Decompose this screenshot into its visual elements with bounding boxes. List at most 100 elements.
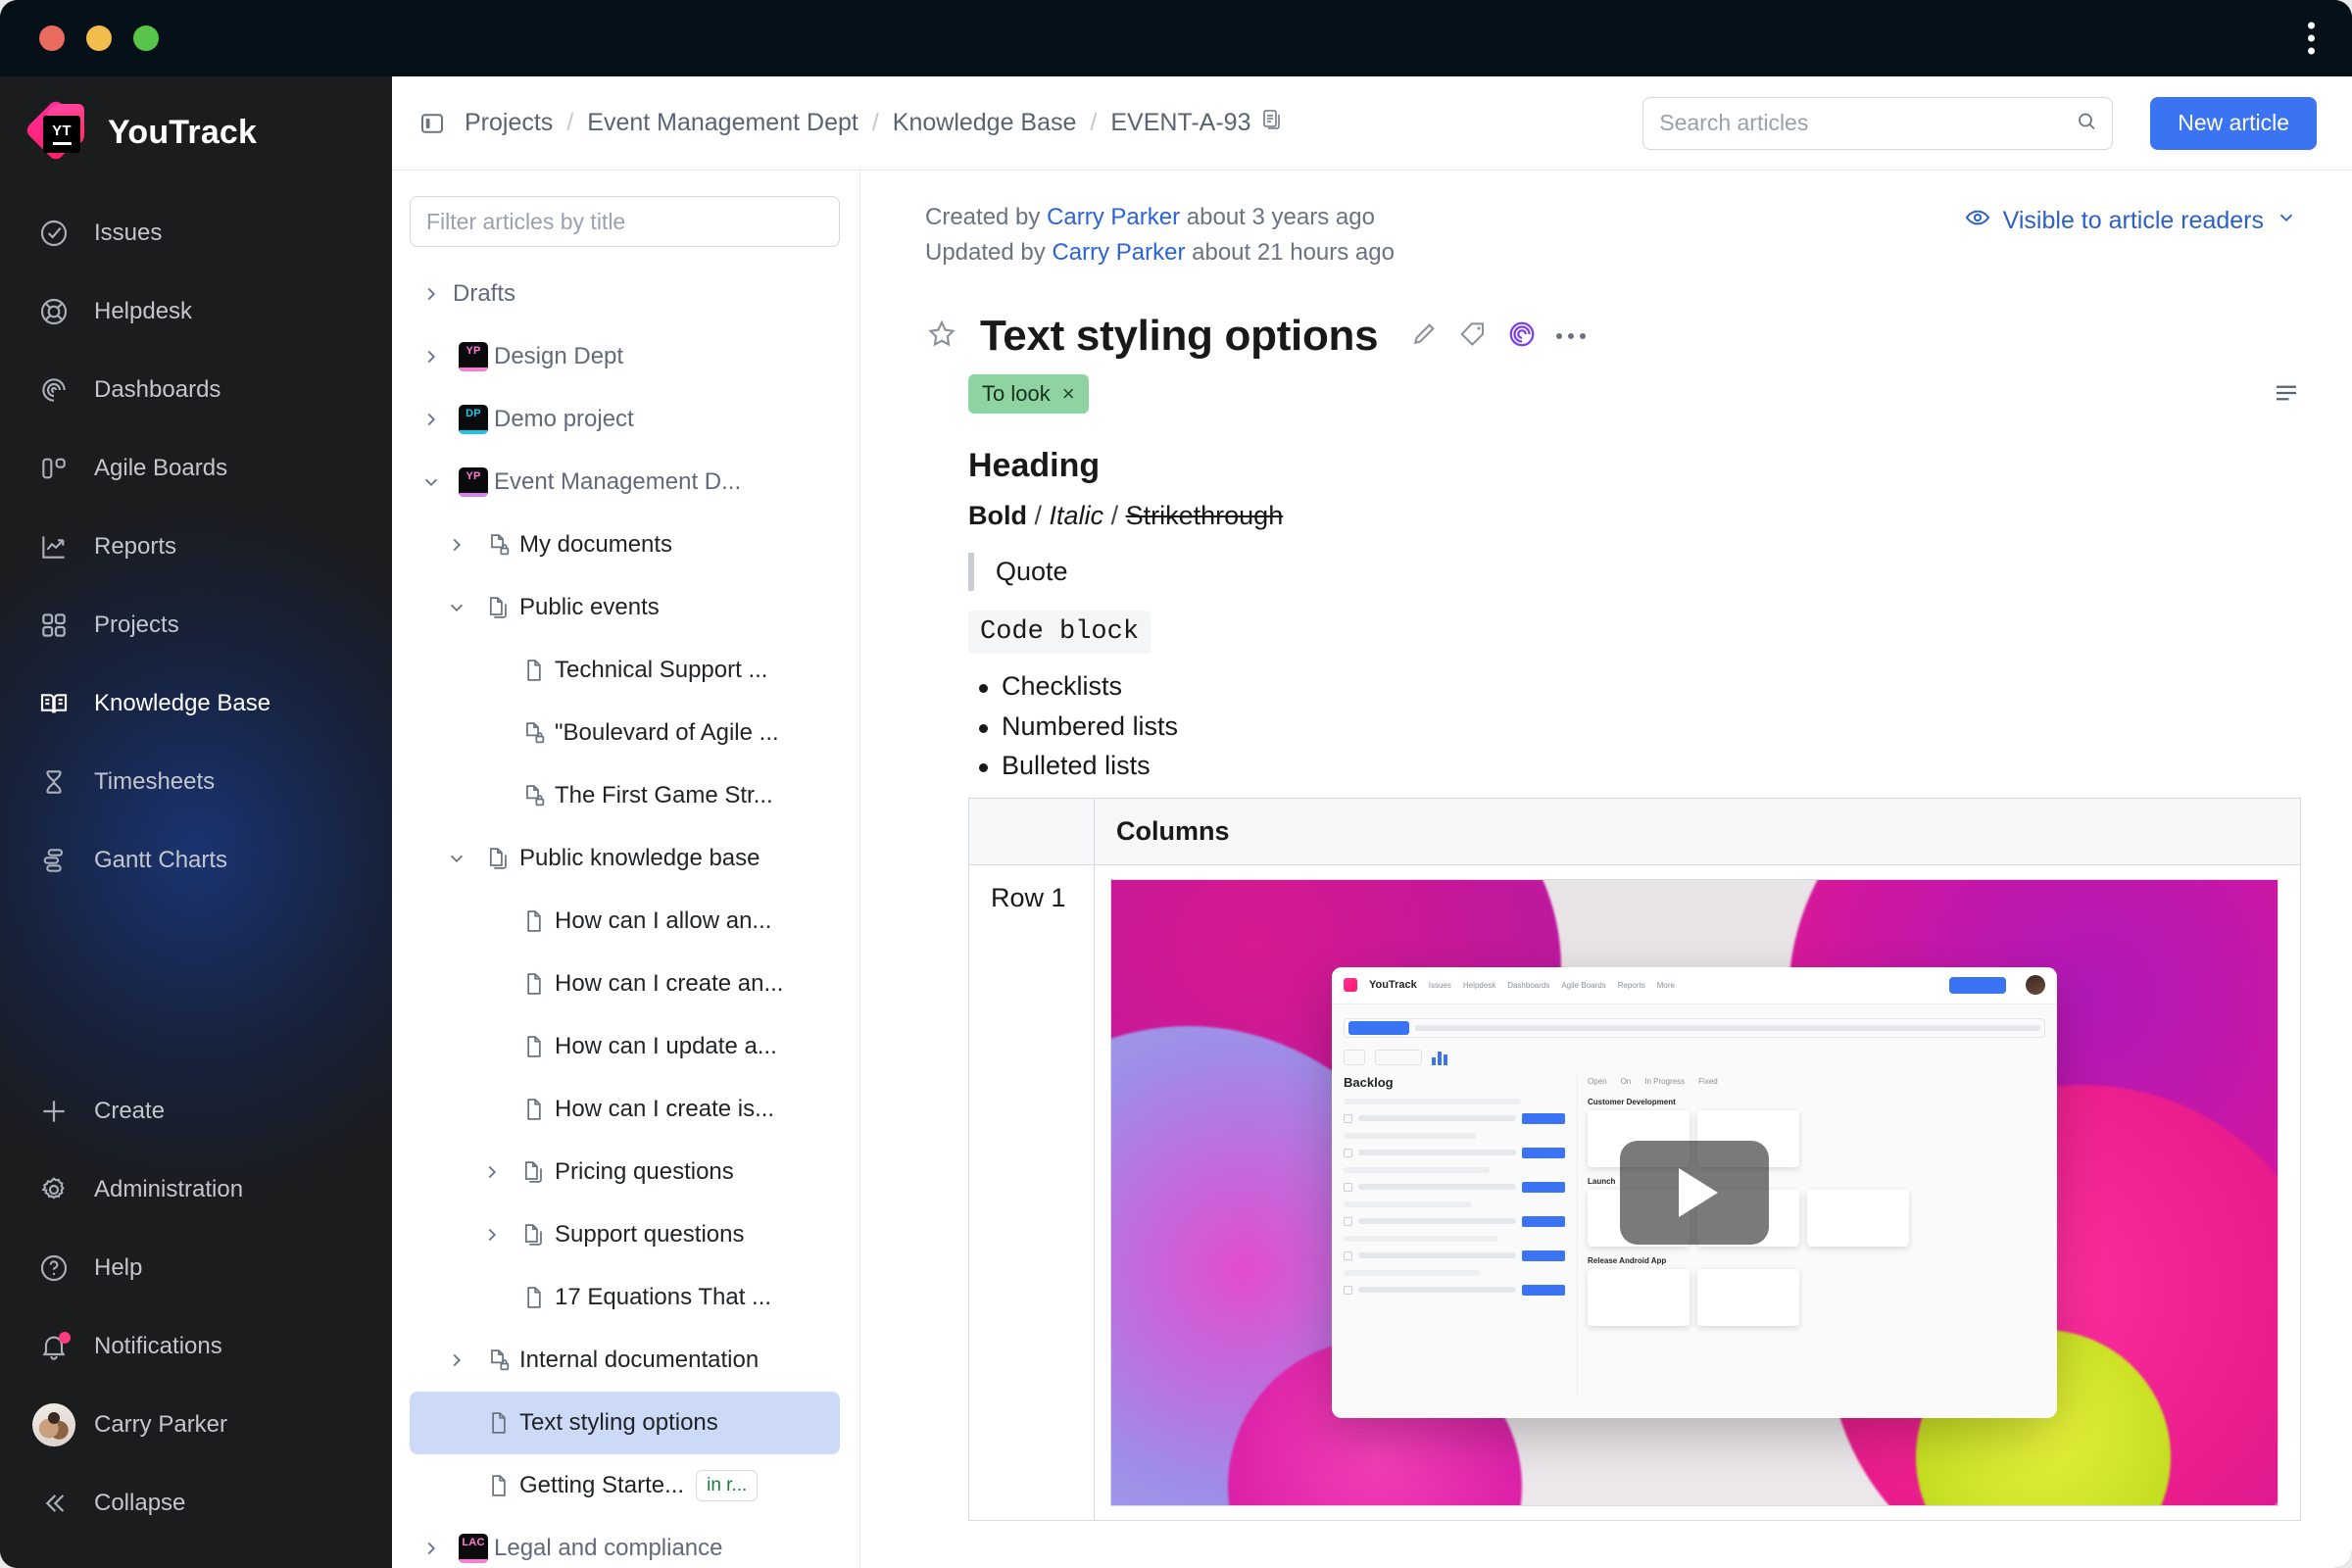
tree-item-label: 17 Equations That ...	[555, 1284, 772, 1310]
sidebar-item-label: Agile Boards	[94, 455, 228, 481]
docs-stack-icon	[478, 594, 519, 621]
tree-item[interactable]: How can I update a...	[410, 1015, 840, 1078]
tree-item[interactable]: Support questions	[410, 1203, 840, 1266]
tree-item-label: Event Management D...	[494, 468, 742, 495]
search-articles-box[interactable]	[1642, 96, 2114, 150]
project-badge-icon: LAC	[453, 1534, 494, 1563]
chevron-down-icon	[2276, 207, 2297, 235]
sidebar-item-knowledge-base[interactable]: Knowledge Base	[0, 664, 392, 743]
ai-spiral-icon[interactable]	[1507, 319, 1537, 354]
sidebar-item-dashboards[interactable]: Dashboards	[0, 351, 392, 429]
play-button[interactable]	[1620, 1140, 1769, 1245]
tag-icon[interactable]	[1458, 319, 1488, 354]
close-window-button[interactable]	[39, 25, 65, 51]
brand-logo[interactable]: YT YouTrack	[0, 76, 392, 180]
sidebar-item-notifications[interactable]: Notifications	[0, 1307, 392, 1386]
project-badge-icon: YP	[453, 467, 494, 497]
chevron-right-icon[interactable]	[410, 346, 453, 368]
status-badge[interactable]: To look ×	[968, 374, 1089, 414]
sidebar-item-agile-boards[interactable]: Agile Boards	[0, 429, 392, 508]
grid-icon	[33, 610, 74, 641]
tree-item[interactable]: Technical Support ...	[410, 639, 840, 702]
sidebar-item-help[interactable]: Help	[0, 1229, 392, 1307]
pencil-icon[interactable]	[1409, 319, 1439, 354]
new-article-button[interactable]: New article	[2150, 96, 2317, 150]
table-cell-media: YouTrack Issues Helpdesk Dashboards Agile …	[1094, 863, 2301, 1521]
breadcrumb-item-knowledge-base[interactable]: Knowledge Base	[893, 109, 1077, 137]
sidebar-item-gantt-charts[interactable]: Gantt Charts	[0, 821, 392, 900]
tree-item[interactable]: Drafts	[410, 263, 840, 325]
tree-item[interactable]: Internal documentation	[410, 1329, 840, 1392]
tree-item[interactable]: LAC Legal and compliance	[410, 1517, 840, 1568]
tree-item[interactable]: YP Event Management D...	[410, 451, 840, 514]
tree-item[interactable]: The First Game Str...	[410, 764, 840, 827]
remove-tag-icon[interactable]: ×	[1062, 381, 1075, 407]
articles-tree: Drafts YP Design Dept DP Demo project YP Event…	[410, 263, 840, 1568]
dashboard-spiral-icon	[33, 374, 74, 406]
breadcrumb-item-project[interactable]: Event Management Dept	[587, 109, 858, 137]
tree-item[interactable]: Pricing questions	[410, 1141, 840, 1203]
table-header-columns: Columns	[1094, 797, 2301, 865]
list-item: Bulleted lists	[968, 751, 2297, 782]
sidebar-item-create[interactable]: Create	[0, 1072, 392, 1151]
sidebar-item-administration[interactable]: Administration	[0, 1151, 392, 1229]
sidebar-item-helpdesk[interactable]: Helpdesk	[0, 272, 392, 351]
sidebar-nav: Issues Helpdesk Dashboards Agile Boards …	[0, 194, 392, 900]
outline-lines-icon[interactable]	[2272, 378, 2301, 413]
filter-articles-input[interactable]	[410, 196, 840, 247]
eye-icon	[1964, 204, 1991, 238]
breadcrumb-item-projects[interactable]: Projects	[465, 109, 553, 137]
sidebar-item-issues[interactable]: Issues	[0, 194, 392, 272]
kebab-menu-icon[interactable]	[2308, 22, 2315, 55]
list-item: Numbered lists	[968, 711, 2297, 743]
lifebuoy-icon	[33, 296, 74, 327]
search-input[interactable]	[1659, 110, 2068, 136]
maximize-window-button[interactable]	[133, 25, 159, 51]
tree-item[interactable]: "Boulevard of Agile ...	[410, 702, 840, 764]
updated-by-author-link[interactable]: Carry Parker	[1052, 239, 1185, 266]
chevron-right-icon[interactable]	[435, 534, 478, 556]
chevron-right-icon[interactable]	[410, 1538, 453, 1559]
chevron-right-icon[interactable]	[410, 283, 453, 305]
tree-item[interactable]: 17 Equations That ...	[410, 1266, 840, 1329]
chevron-down-icon[interactable]	[435, 597, 478, 618]
star-outline-icon[interactable]	[925, 318, 962, 356]
sidebar-item-reports[interactable]: Reports	[0, 508, 392, 586]
project-badge-icon: YP	[453, 342, 494, 371]
tree-item[interactable]: Public events	[410, 576, 840, 639]
doc-locked-icon	[514, 782, 555, 809]
tree-item[interactable]: Getting Starte... in r...	[410, 1454, 840, 1517]
tree-item[interactable]: Text styling options	[410, 1392, 840, 1454]
tree-item[interactable]: Public knowledge base	[410, 827, 840, 890]
sidebar-item-label: Help	[94, 1254, 143, 1281]
tree-item[interactable]: My documents	[410, 514, 840, 576]
tree-item[interactable]: YP Design Dept	[410, 325, 840, 388]
chevron-right-icon[interactable]	[410, 409, 453, 430]
tree-item-label: How can I update a...	[555, 1033, 777, 1059]
breadcrumb-item-article-id[interactable]: EVENT-A-93	[1110, 109, 1250, 137]
more-dots-icon[interactable]	[1556, 333, 1587, 339]
tree-item-label: Pricing questions	[555, 1158, 734, 1185]
sidebar-item-user-profile[interactable]: Carry Parker	[0, 1386, 392, 1464]
visibility-dropdown[interactable]: Visible to article readers	[1964, 204, 2297, 238]
video-thumbnail[interactable]: YouTrack Issues Helpdesk Dashboards Agile …	[1110, 878, 2278, 1506]
created-by-author-link[interactable]: Carry Parker	[1047, 204, 1180, 230]
chevron-down-icon[interactable]	[410, 471, 453, 493]
content-quote: Quote	[968, 553, 2297, 591]
chevron-down-icon[interactable]	[435, 848, 478, 869]
tree-item[interactable]: How can I create is...	[410, 1078, 840, 1141]
sidebar-item-timesheets[interactable]: Timesheets	[0, 743, 392, 821]
tree-item[interactable]: How can I allow an...	[410, 890, 840, 953]
copy-icon[interactable]	[1260, 108, 1284, 138]
visibility-label: Visible to article readers	[2002, 207, 2264, 234]
chevron-right-icon[interactable]	[470, 1161, 514, 1183]
tree-item[interactable]: DP Demo project	[410, 388, 840, 451]
tree-item[interactable]: How can I create an...	[410, 953, 840, 1015]
minimize-window-button[interactable]	[86, 25, 112, 51]
sidebar-item-projects[interactable]: Projects	[0, 586, 392, 664]
panel-toggle-icon[interactable]	[416, 107, 449, 140]
strikethrough-sample: Strikethrough	[1125, 501, 1284, 530]
chevron-right-icon[interactable]	[470, 1224, 514, 1246]
chevron-right-icon[interactable]	[435, 1349, 478, 1371]
sidebar-item-collapse[interactable]: Collapse	[0, 1464, 392, 1543]
